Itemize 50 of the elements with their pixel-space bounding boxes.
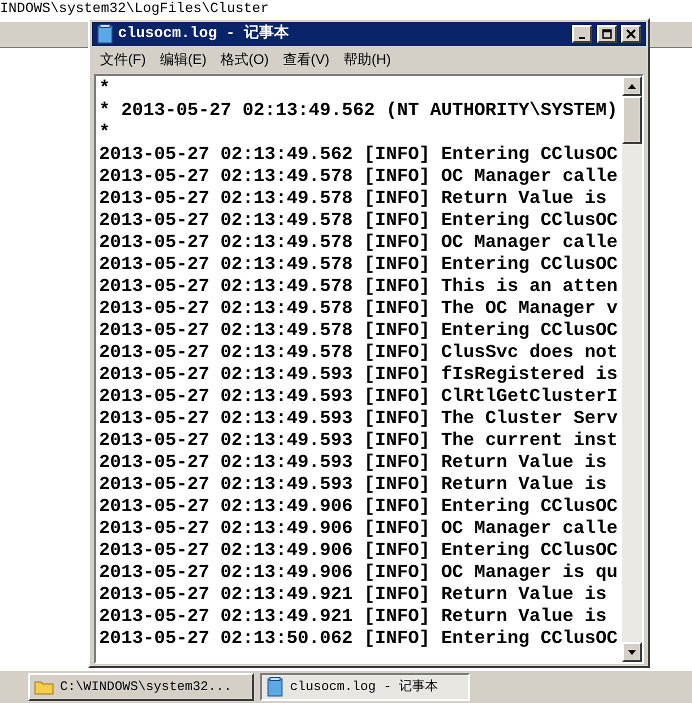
log-line: 2013-05-27 02:13:49.578 [INFO] Entering CClusOC xyxy=(99,254,618,276)
log-line: 2013-05-27 02:13:49.593 [INFO] Return Value is xyxy=(99,474,607,496)
up-arrow-icon xyxy=(628,84,636,88)
log-line: 2013-05-27 02:13:49.562 [INFO] Entering CClusOC xyxy=(99,144,618,166)
log-line: 2013-05-27 02:13:49.593 [INFO] The current inst xyxy=(99,430,618,452)
log-line: 2013-05-27 02:13:49.921 [INFO] Return Value is xyxy=(99,584,607,606)
log-line: 2013-05-27 02:13:49.578 [INFO] ClusSvc does not xyxy=(99,342,618,364)
log-line: 2013-05-27 02:13:49.578 [INFO] This is an atten xyxy=(99,276,618,298)
window-title: clusocm.log - 记事本 xyxy=(118,23,290,44)
menu-item[interactable]: 查看(V) xyxy=(278,48,334,70)
minimize-button[interactable] xyxy=(572,25,592,43)
log-line: 2013-05-27 02:13:49.593 [INFO] ClRtlGetClusterI xyxy=(99,386,618,408)
log-line: * xyxy=(99,122,110,144)
scroll-up-button[interactable] xyxy=(622,76,642,96)
maximize-button[interactable] xyxy=(597,25,617,43)
log-line: 2013-05-27 02:13:50.062 [INFO] Entering CClusOC xyxy=(99,628,618,650)
log-line: 2013-05-27 02:13:49.578 [INFO] OC Manager calle xyxy=(99,166,618,188)
minimize-icon xyxy=(579,37,585,39)
folder-icon xyxy=(34,679,54,695)
log-line: * xyxy=(99,78,110,100)
log-line: 2013-05-27 02:13:49.906 [INFO] Entering CClusOC xyxy=(99,496,618,518)
log-line: 2013-05-27 02:13:49.921 [INFO] Return Value is xyxy=(99,606,607,628)
log-line: 2013-05-27 02:13:49.578 [INFO] Return Value is xyxy=(99,188,607,210)
close-button[interactable] xyxy=(621,25,641,43)
log-line: 2013-05-27 02:13:49.593 [INFO] Return Value is xyxy=(99,452,607,474)
notepad-icon xyxy=(266,677,284,697)
menu-item[interactable]: 帮助(H) xyxy=(339,48,395,70)
vertical-scrollbar[interactable] xyxy=(622,76,642,662)
log-line: 2013-05-27 02:13:49.906 [INFO] Entering CClusOC xyxy=(99,540,618,562)
log-line: 2013-05-27 02:13:49.593 [INFO] fIsRegistered is xyxy=(99,364,618,386)
menu-item[interactable]: 编辑(E) xyxy=(156,48,211,70)
log-line: 2013-05-27 02:13:49.906 [INFO] OC Manager is qu xyxy=(99,562,618,584)
log-line: 2013-05-27 02:13:49.578 [INFO] Entering CClusOC xyxy=(99,210,618,232)
notepad-icon xyxy=(96,24,114,44)
path-text: INDOWS\system32\LogFiles\Cluster xyxy=(0,0,270,18)
scroll-thumb[interactable] xyxy=(622,96,642,144)
log-line: 2013-05-27 02:13:49.578 [INFO] OC Manager calle xyxy=(99,232,618,254)
menu-item[interactable]: 格式(O) xyxy=(216,48,273,70)
scroll-down-button[interactable] xyxy=(622,642,642,662)
log-line: 2013-05-27 02:13:49.906 [INFO] OC Manager calle xyxy=(99,518,618,540)
taskbar-button[interactable]: C:\WINDOWS\system32... xyxy=(28,673,254,701)
close-icon xyxy=(626,29,636,39)
menu-item[interactable]: 文件(F) xyxy=(96,48,150,70)
log-line: 2013-05-27 02:13:49.593 [INFO] The Cluster Serv xyxy=(99,408,618,430)
log-line: 2013-05-27 02:13:49.578 [INFO] Entering CClusOC xyxy=(99,320,618,342)
down-arrow-icon xyxy=(628,650,636,654)
log-line: * 2013-05-27 02:13:49.562 (NT AUTHORITY\SYSTEM) xyxy=(99,100,618,122)
maximize-icon xyxy=(602,29,612,39)
taskbar-button[interactable]: clusocm.log - 记事本 xyxy=(260,673,470,701)
log-line: 2013-05-27 02:13:49.578 [INFO] The OC Manager v xyxy=(99,298,618,320)
